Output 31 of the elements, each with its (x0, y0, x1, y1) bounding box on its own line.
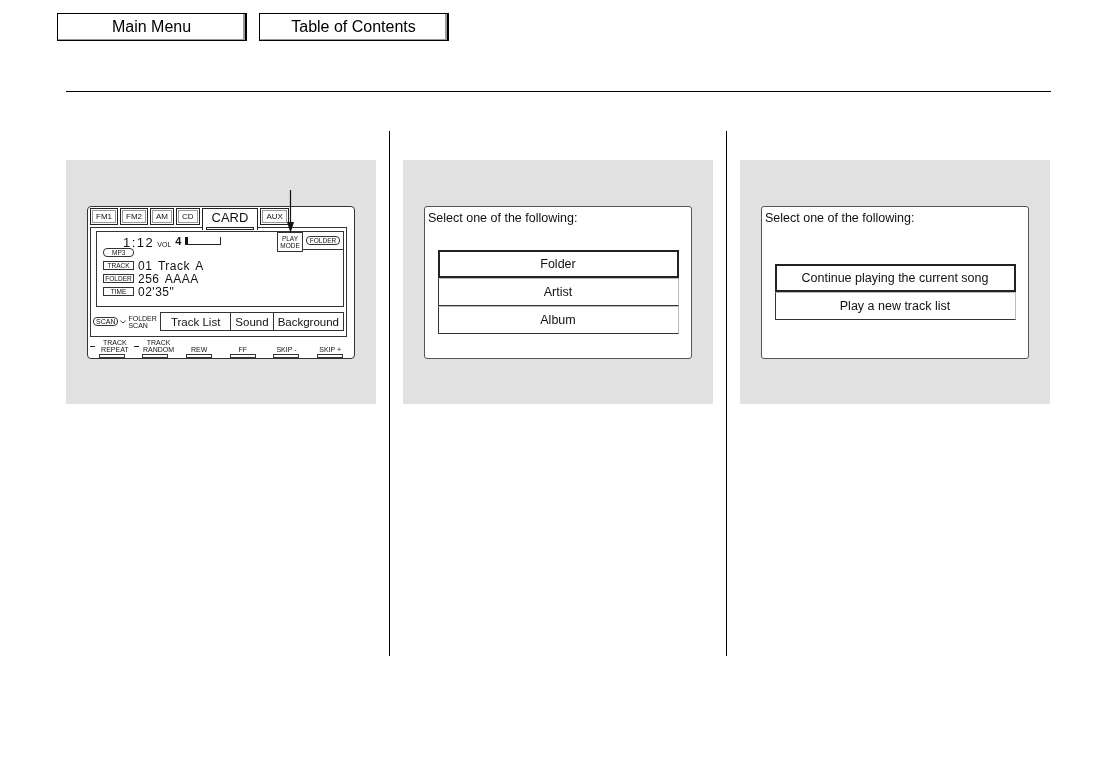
elapsed-time: 1:12 (123, 236, 155, 249)
source-tab[interactable]: FM1 (90, 208, 118, 225)
menu-option[interactable]: Continue playing the current song (774, 264, 1016, 292)
source-tab[interactable]: AUX (260, 208, 289, 225)
info-value: 256 AAAA (138, 272, 199, 285)
hardware-key[interactable] (229, 354, 256, 358)
soft-key-button[interactable]: Track List (159, 312, 232, 331)
hold-connector-icon (120, 319, 127, 324)
dialog-prompt: Select one of the following: (765, 211, 915, 226)
nav-button[interactable]: Table of Contents (259, 13, 449, 41)
volume-value: 4 (175, 236, 182, 247)
dialog-prompt: Select one of the following: (428, 211, 578, 226)
menu-option[interactable]: Play a new track list (774, 292, 1016, 320)
nav-button[interactable]: Main Menu (57, 13, 247, 41)
source-tab[interactable]: FM2 (120, 208, 148, 225)
source-tab[interactable]: AM (150, 208, 174, 225)
info-value: 02'35" (138, 285, 175, 298)
hardware-key[interactable] (317, 354, 344, 358)
menu-option[interactable]: Artist (437, 278, 679, 306)
hardware-key[interactable] (186, 354, 213, 358)
menu-option[interactable]: Album (437, 306, 679, 334)
callout-arrow (286, 190, 295, 233)
soft-key-button[interactable]: Sound (230, 312, 274, 331)
info-value: 01 Track A (138, 259, 204, 272)
hardware-key[interactable] (98, 354, 125, 358)
menu-option[interactable]: Folder (437, 250, 679, 278)
source-tab[interactable]: CD (176, 208, 200, 225)
source-tab[interactable]: CARD (201, 208, 259, 230)
hardware-key[interactable] (142, 354, 169, 358)
hardware-key[interactable] (273, 354, 300, 358)
soft-key-button[interactable]: Background (272, 312, 344, 331)
